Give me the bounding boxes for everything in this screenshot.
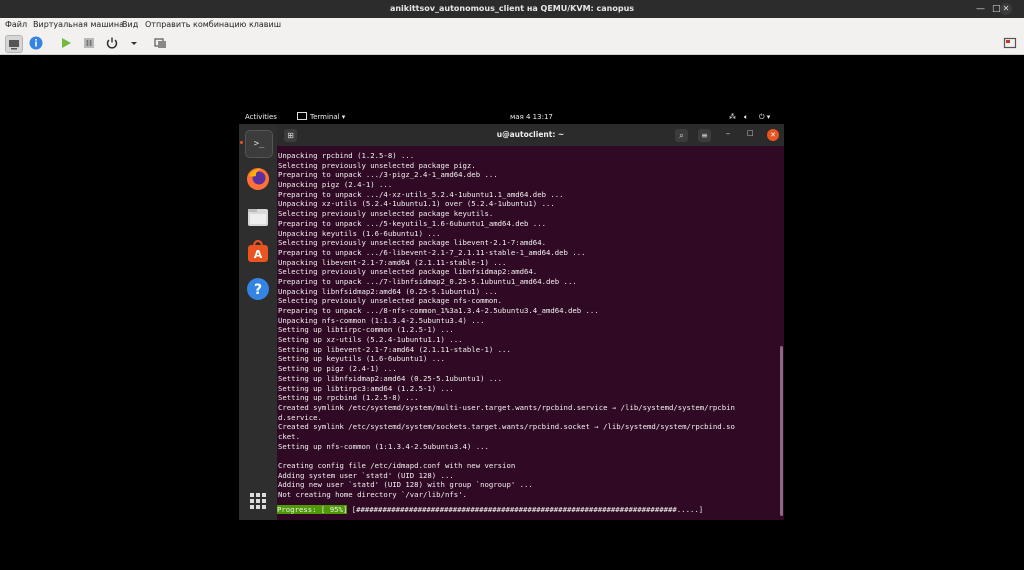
screenshot-icon[interactable] — [152, 35, 168, 51]
terminal-line: Unpacking libevent-2.1-7:amd64 (2.1.11-s… — [278, 257, 507, 267]
terminal-line: Unpacking libnfsidmap2:amd64 (0.25-5.1ub… — [278, 286, 498, 296]
terminal-output[interactable]: Unpacking rpcbind (1.2.5-8) ... Selecting… — [278, 151, 778, 521]
terminal-line: cket. — [278, 431, 300, 441]
terminal-app-menu[interactable]: Terminal ▾ — [297, 110, 345, 124]
terminal-line: Setting up xz-utils (5.2.4-1ubuntu1.1) .… — [278, 335, 463, 345]
terminal-line: Setting up libnfsidmap2:amd64 (0.25-5.1u… — [278, 373, 503, 383]
dock: >_ A ? — [239, 124, 277, 520]
terminal-header: ⊞ u@autoclient: ~ ⌕ ≡ – □ ✕ — [277, 124, 784, 146]
terminal-line: Preparing to unpack .../7-libnfsidmap2_0… — [278, 276, 577, 286]
files-icon[interactable] — [245, 204, 271, 230]
terminal-line: Setting up rpcbind (1.2.5-8) ... — [278, 393, 419, 403]
terminal-line: Created symlink /etc/systemd/system/mult… — [278, 402, 735, 412]
terminal-line: Preparing to unpack .../4-xz-utils_5.2.4… — [278, 189, 564, 199]
hamburger-menu-icon[interactable]: ≡ — [698, 129, 711, 142]
minimize-icon[interactable]: — — [976, 0, 985, 18]
console-icon[interactable] — [5, 35, 23, 53]
menu-virtual-machine[interactable]: Виртуальная машина — [33, 20, 124, 29]
terminal-line: Setting up libevent-2.1-7:amd64 (2.1.11-… — [278, 344, 511, 354]
terminal-line: Unpacking rpcbind (1.2.5-8) ... — [278, 151, 415, 160]
terminal-line: Creating config file /etc/idmapd.conf wi… — [278, 461, 516, 470]
minimize-icon[interactable]: – — [726, 129, 730, 138]
activities-button[interactable]: Activities — [245, 110, 277, 124]
close-icon[interactable]: ✕ — [1000, 3, 1012, 15]
terminal-line: Selecting previously unselected package … — [278, 160, 476, 170]
menu-file[interactable]: Файл — [5, 20, 27, 29]
terminal-line: Adding new user `statd' (UID 128) with g… — [278, 480, 533, 490]
menu-send-key[interactable]: Отправить комбинацию клавиш — [145, 20, 281, 29]
help-icon[interactable]: ? — [245, 276, 271, 302]
terminal-line: Preparing to unpack .../8-nfs-common_1%3… — [278, 306, 599, 315]
info-icon[interactable] — [28, 35, 44, 51]
software-store-icon[interactable]: A — [245, 238, 271, 264]
menu-view[interactable]: Вид — [122, 20, 138, 29]
close-icon[interactable]: ✕ — [767, 129, 779, 141]
terminal-line: Selecting previously unselected package … — [278, 238, 546, 248]
power-menu-icon[interactable]: ⏻ ▾ — [759, 110, 770, 124]
terminal-small-icon — [297, 112, 307, 120]
toolbar — [0, 32, 1024, 55]
terminal-window[interactable]: ⊞ u@autoclient: ~ ⌕ ≡ – □ ✕ Unpacking rp… — [277, 124, 784, 520]
show-apps-icon[interactable] — [245, 488, 271, 514]
terminal-line: Setting up pigz (2.4-1) ... — [278, 364, 397, 374]
terminal-line: Preparing to unpack .../5-keyutils_1.6-6… — [278, 218, 546, 228]
maximize-icon[interactable]: □ — [747, 129, 754, 137]
dropdown-icon[interactable] — [126, 35, 142, 51]
terminal-line: Setting up libtirpc-common (1.2.5-1) ... — [278, 325, 454, 335]
terminal-line: Unpacking xz-utils (5.2.4-1ubuntu1.1) ov… — [278, 199, 555, 209]
scrollbar[interactable] — [780, 346, 783, 516]
terminal-line: Selecting previously unselected package … — [278, 267, 538, 277]
terminal-line: Preparing to unpack .../3-pigz_2.4-1_amd… — [278, 170, 498, 180]
firefox-icon[interactable] — [245, 166, 271, 192]
window-title: anikittsov_autonomous_client на QEMU/KVM… — [389, 4, 635, 13]
terminal-line: Unpacking pigz (2.4-1) ... — [278, 180, 393, 190]
progress-line: Progress: [ 95%] [######################… — [277, 505, 777, 515]
menu-bar: Файл Виртуальная машина Вид Отправить ко… — [0, 18, 1024, 32]
progress-bar: [#######################################… — [351, 505, 704, 514]
window-title-bar: anikittsov_autonomous_client на QEMU/KVM… — [0, 0, 1024, 18]
terminal-line: Setting up keyutils (1.6-6ubuntu1) ... — [278, 354, 445, 364]
terminal-line: Created symlink /etc/systemd/system/sock… — [278, 422, 735, 432]
terminal-line: Selecting previously unselected package … — [278, 209, 494, 219]
svg-text:?: ? — [254, 282, 262, 298]
power-icon[interactable] — [104, 35, 120, 51]
terminal-line: Selecting previously unselected package … — [278, 296, 503, 306]
terminal-line: Unpacking keyutils (1.6-6ubuntu1) ... — [278, 228, 441, 238]
volume-icon[interactable]: 🔈︎ — [744, 110, 748, 124]
terminal-line: Setting up nfs-common (1:1.3.4-2.5ubuntu… — [278, 441, 489, 451]
terminal-line: Adding system user `statd' (UID 128) ... — [278, 470, 454, 480]
progress-label: Progress: [ 95%] — [277, 505, 348, 514]
terminal-line: Not creating home directory `/var/lib/nf… — [278, 490, 467, 500]
terminal-dock-icon[interactable]: >_ — [245, 130, 273, 158]
svg-text:A: A — [254, 248, 263, 261]
terminal-line: d.service. — [278, 412, 322, 422]
network-icon[interactable]: ⁂ — [729, 110, 736, 124]
search-icon[interactable]: ⌕ — [675, 129, 688, 142]
play-icon[interactable] — [58, 35, 74, 51]
pause-icon[interactable] — [81, 35, 97, 51]
running-indicator — [240, 141, 243, 144]
fullscreen-icon[interactable] — [1002, 35, 1018, 51]
terminal-line: Setting up libtirpc3:amd64 (1.2.5-1) ... — [278, 383, 454, 393]
clock[interactable]: мая 4 13:17 — [510, 110, 553, 124]
gnome-top-bar: Activities Terminal ▾ мая 4 13:17 ⁂ 🔈︎ ⏻… — [239, 110, 784, 124]
terminal-line: Preparing to unpack .../6-libevent-2.1-7… — [278, 247, 586, 257]
terminal-line: Unpacking nfs-common (1:1.3.4-2.5ubuntu3… — [278, 315, 485, 325]
